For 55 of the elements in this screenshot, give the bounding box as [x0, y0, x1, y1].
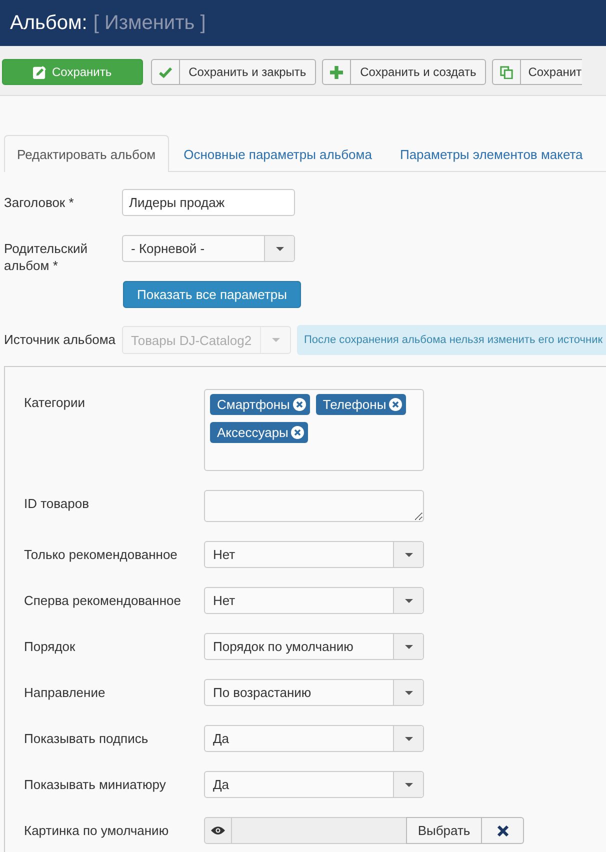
copy-icon [500, 66, 514, 78]
save-new-button[interactable]: Сохранить и создать [322, 59, 486, 85]
caret-icon [404, 736, 412, 740]
field-label: Картинка по умолчанию [24, 822, 170, 839]
check-icon [158, 66, 172, 78]
clear-button[interactable] [482, 817, 524, 844]
field-label: Источник альбома [4, 331, 117, 348]
remove-icon[interactable] [292, 398, 306, 411]
field-label: Родительский альбом * [4, 240, 89, 274]
caret-icon [404, 598, 412, 602]
image-path-field[interactable] [232, 817, 406, 844]
category-tag[interactable]: Телефоны [316, 394, 406, 415]
category-tag[interactable]: Смартфоны [210, 394, 310, 415]
field-label: Только рекомендованное [24, 546, 178, 563]
tab[interactable]: Параметры элементов макета [386, 136, 596, 172]
dropdown[interactable]: Порядок по умолчанию [204, 633, 424, 660]
caret-icon [404, 552, 412, 556]
caret-icon [276, 246, 284, 250]
save-copy-button[interactable]: Сохранит [492, 59, 582, 85]
dropdown[interactable]: Да [204, 725, 424, 752]
field-label: Показывать миниатюру [24, 776, 167, 793]
field-label: Категории [24, 394, 86, 411]
plus-icon [330, 66, 344, 78]
product-ids-field[interactable] [204, 490, 424, 522]
page-subtitle: [ Изменить ] [93, 11, 206, 35]
caret-icon [404, 644, 412, 648]
edit-icon [33, 66, 46, 78]
field-label: Заголовок * [4, 194, 75, 211]
category-tag[interactable]: Аксессуары [210, 422, 308, 443]
eye-icon[interactable] [204, 817, 232, 844]
field-label: ID товаров [24, 495, 90, 512]
remove-icon[interactable] [389, 398, 402, 411]
info-message: После сохранения альбома нельзя изменить его источник [297, 325, 606, 355]
tab[interactable]: Основные параметры альбома [170, 136, 385, 172]
dropdown[interactable]: Да [204, 771, 424, 798]
dropdown[interactable]: По возрастанию [204, 679, 424, 706]
dropdown[interactable]: Нет [204, 587, 424, 614]
show-all-button[interactable]: Показать все параметры [123, 281, 301, 308]
cross-icon [496, 824, 508, 836]
save-close-button[interactable]: Сохранить и закрыть [150, 59, 316, 85]
caret-icon [404, 690, 412, 694]
field-label: Показывать подпись [24, 730, 150, 747]
tab[interactable]: Редактировать альбом [4, 135, 169, 172]
category-field[interactable]: Смартфоны Телефоны Аксессуары [204, 389, 424, 471]
field-label: Сперва рекомендованное [24, 592, 182, 609]
remove-icon[interactable] [291, 426, 304, 439]
dropdown[interactable]: - Корневой - [122, 235, 295, 262]
caret-icon [404, 782, 412, 786]
field-label: Порядок [24, 638, 76, 655]
select-button[interactable]: Выбрать [406, 817, 482, 844]
caret-icon [272, 338, 280, 342]
field-label: Направление [24, 684, 106, 701]
dropdown[interactable]: Нет [204, 541, 424, 568]
title-field[interactable]: Лидеры продаж [122, 189, 295, 216]
page-title: Альбом: [10, 11, 88, 35]
